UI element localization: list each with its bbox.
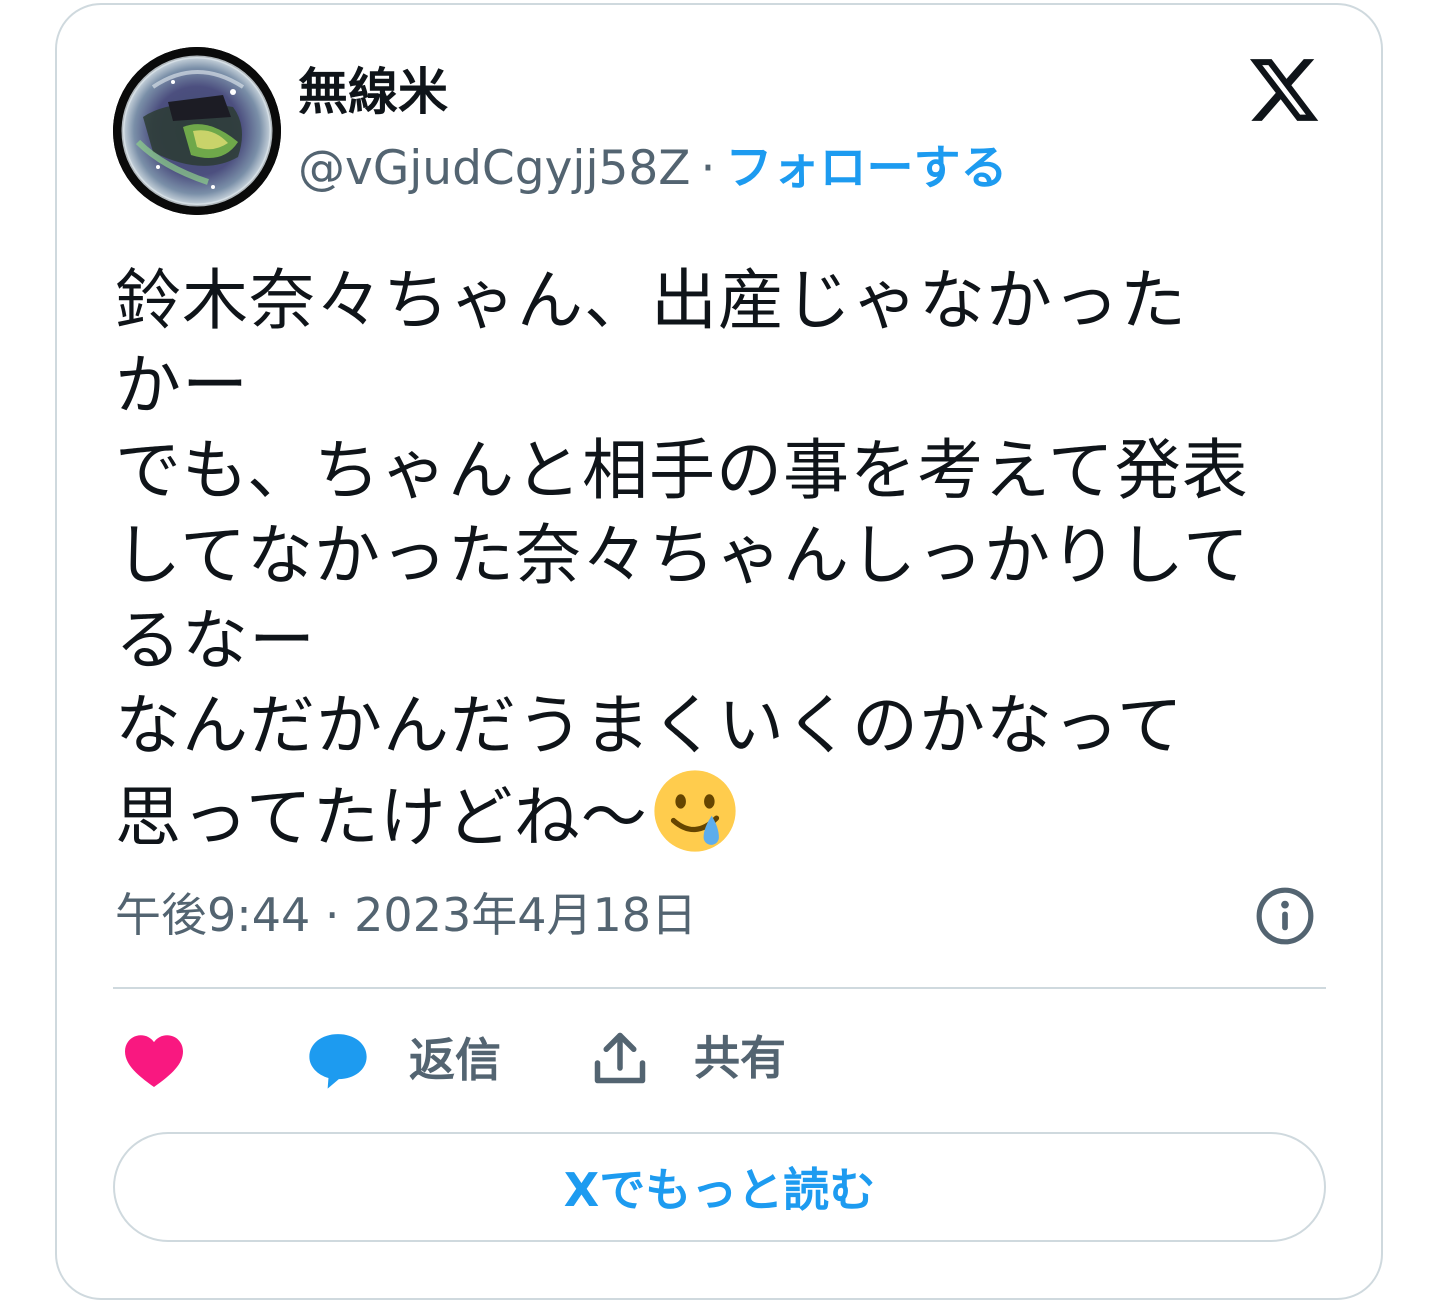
author-handle[interactable]: @vGjudCgyjj58Z [298, 138, 691, 200]
author-handle-row: @vGjudCgyjj58Z · フォローする [298, 138, 1007, 200]
x-logo-icon[interactable] [1245, 52, 1323, 128]
info-icon[interactable] [1254, 885, 1316, 947]
tweet-line: でも、ちゃんと相手の事を考えて発表 [115, 432, 1249, 509]
share-upload-icon [594, 1032, 646, 1084]
avatar[interactable] [113, 47, 281, 215]
like-button[interactable] [122, 1030, 186, 1088]
tweet-timestamp[interactable]: 午後9:44 · 2023年4月18日 [115, 885, 697, 945]
face-holding-back-tears-icon [652, 768, 738, 854]
tweet-line: 鈴木奈々ちゃん、出産じゃなかった [115, 262, 1187, 339]
follow-button[interactable]: フォローする [725, 138, 1007, 200]
heart-icon [125, 1035, 183, 1087]
author-display-name[interactable]: 無線米 [298, 60, 448, 124]
share-button[interactable]: 共有 [590, 1027, 786, 1089]
tweet-line: るなー [115, 602, 316, 679]
separator-dot: · [700, 141, 716, 196]
reply-button[interactable]: 返信 [305, 1030, 501, 1090]
avatar-image [113, 47, 281, 215]
tweet-line: してなかった奈々ちゃんしっかりして [115, 517, 1251, 594]
divider [113, 987, 1326, 989]
speech-bubble-icon [309, 1034, 367, 1089]
tweet-line: なんだかんだうまくいくのかなって [115, 687, 1184, 764]
tweet-line: 思ってたけどね〜 [115, 779, 648, 856]
share-label: 共有 [694, 1031, 786, 1085]
tweet-line: かー [115, 347, 249, 424]
tweet-text: 鈴木奈々ちゃん、出産じゃなかった かー でも、ちゃんと相手の事を考えて発表 して… [115, 258, 1335, 860]
read-more-on-x-button[interactable]: Xでもっと読む [113, 1132, 1326, 1242]
reply-label: 返信 [409, 1033, 501, 1087]
